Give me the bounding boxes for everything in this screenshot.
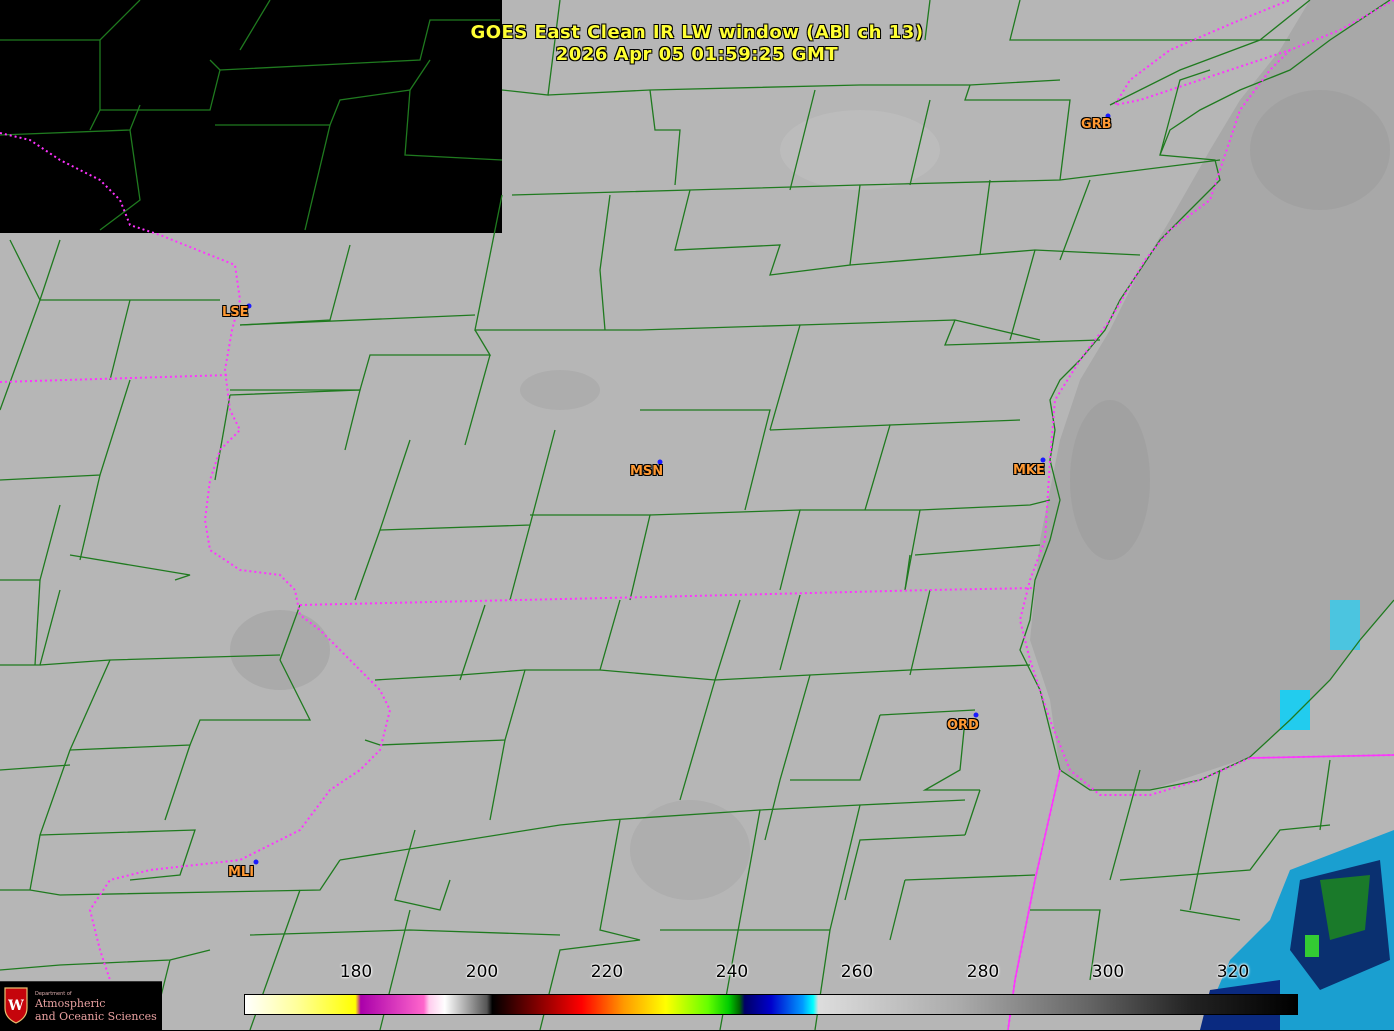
city-label-grb: GRB bbox=[1081, 117, 1112, 132]
logo-name-line2: and Oceanic Sciences bbox=[35, 1010, 157, 1023]
colorbar-tick-label: 200 bbox=[465, 962, 499, 982]
temperature-colorbar bbox=[244, 994, 1298, 1015]
city-dot-mli bbox=[253, 859, 259, 865]
svg-text:W: W bbox=[7, 998, 24, 1014]
satellite-map bbox=[0, 0, 1394, 1030]
city-dot-mke bbox=[1040, 457, 1046, 463]
city-dot-ord bbox=[973, 712, 979, 718]
colorbar-tick-label: 220 bbox=[590, 962, 624, 982]
image-title: GOES East Clean IR LW window (ABI ch 13) bbox=[470, 22, 924, 43]
colorbar-tick-label: 240 bbox=[715, 962, 749, 982]
colorbar-tick-label: 320 bbox=[1216, 962, 1250, 982]
image-timestamp: 2026 Apr 05 01:59:25 GMT bbox=[555, 44, 839, 65]
colorbar-tick-label: 280 bbox=[966, 962, 1000, 982]
colorbar-tick-label: 180 bbox=[339, 962, 373, 982]
city-label-ord: ORD bbox=[947, 718, 979, 733]
colorbar-tick-label: 260 bbox=[840, 962, 874, 982]
city-label-mli: MLI bbox=[228, 865, 255, 880]
city-label-lse: LSE bbox=[222, 305, 249, 320]
logo-name-line1: Atmospheric bbox=[35, 997, 106, 1010]
city-label-msn: MSN bbox=[630, 464, 664, 479]
aos-logo: W Department of Atmospheric and Oceanic … bbox=[0, 981, 162, 1031]
city-label-mke: MKE bbox=[1013, 463, 1045, 478]
uw-crest-icon: W bbox=[4, 987, 28, 1024]
colorbar-tick-label: 300 bbox=[1091, 962, 1125, 982]
